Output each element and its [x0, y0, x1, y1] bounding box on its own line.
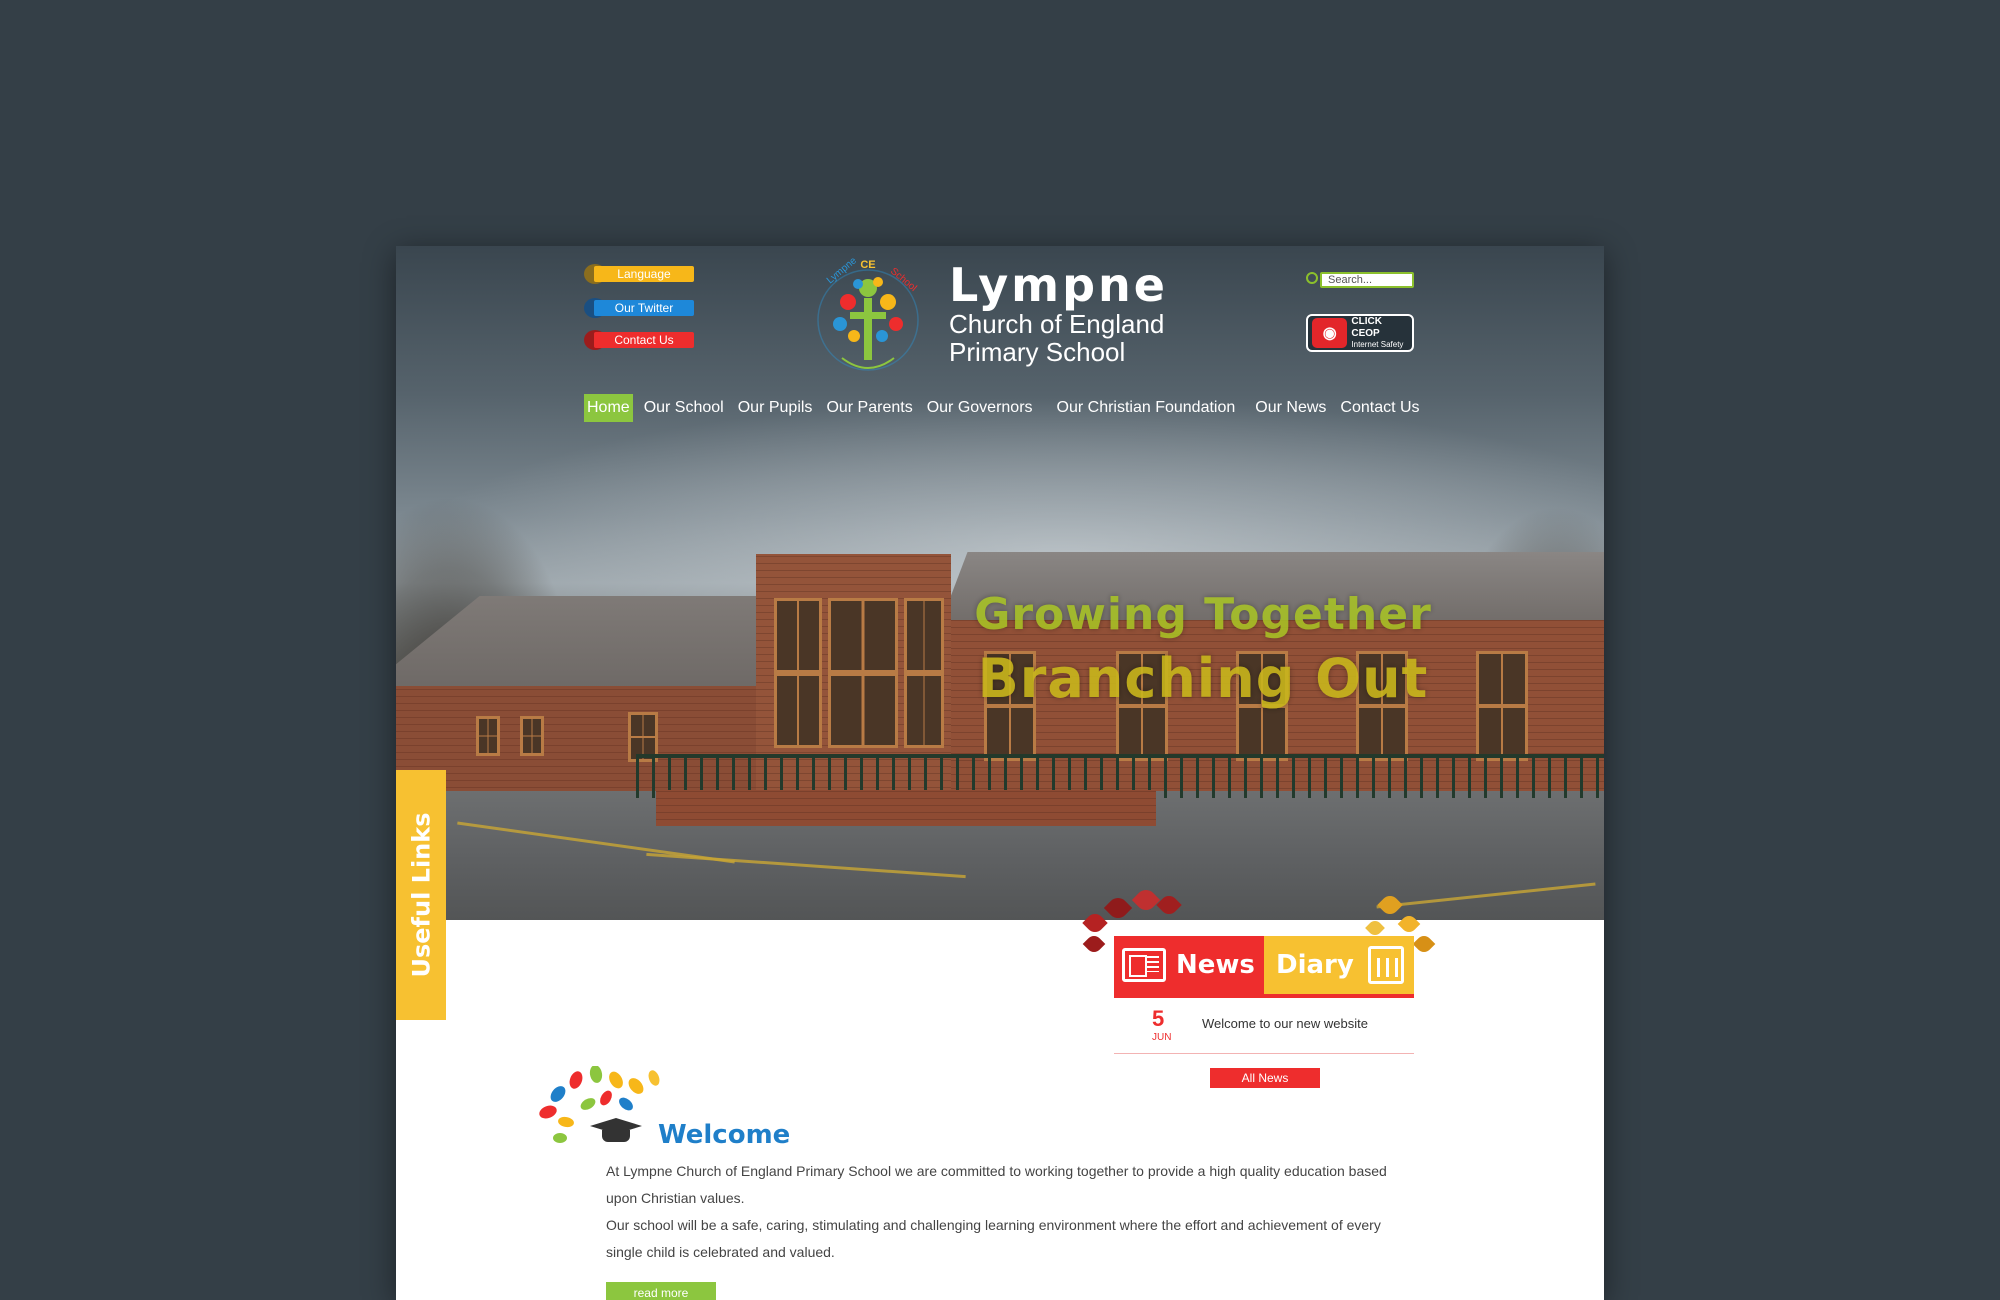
school-subtitle-2: Primary School	[949, 337, 1126, 367]
ceop-line-2: Internet Safety	[1351, 340, 1404, 349]
website-frame: Growing Together Branching Out Language …	[396, 246, 1604, 1300]
slogan-line-2: Branching Out	[977, 647, 1429, 710]
main-nav: Home Our School Our Pupils Our Parents O…	[584, 394, 1431, 422]
leaf-decoration	[1412, 932, 1436, 956]
welcome-text: At Lympne Church of England Primary Scho…	[606, 1158, 1406, 1266]
search-icon[interactable]	[1306, 272, 1318, 284]
eye-icon: ◉	[1312, 318, 1348, 348]
nav-item-our-news[interactable]: Our News	[1252, 394, 1329, 422]
news-title[interactable]: Welcome to our new website	[1202, 1016, 1368, 1031]
building-window	[520, 716, 544, 756]
news-date-month: JUN	[1152, 1032, 1172, 1043]
tab-diary[interactable]: Diary	[1264, 936, 1414, 994]
school-name: Lympne	[949, 258, 1168, 312]
all-news-button[interactable]: All News	[1210, 1068, 1320, 1088]
nav-item-our-governors[interactable]: Our Governors	[924, 394, 1036, 422]
slogan-line-1: Growing Together	[974, 589, 1432, 640]
school-logo[interactable]: CE Lympne School	[812, 258, 924, 382]
brand-block: Lympne Church of England Primary School	[949, 260, 1168, 366]
welcome-paragraph-1: At Lympne Church of England Primary Scho…	[606, 1163, 1387, 1206]
building-window	[774, 598, 822, 748]
tab-news[interactable]: News	[1114, 936, 1264, 994]
building-window	[476, 716, 500, 756]
nav-item-our-school[interactable]: Our School	[641, 394, 727, 422]
useful-links-tab[interactable]: Useful Links	[396, 770, 446, 1020]
read-more-button[interactable]: read more	[606, 1282, 716, 1300]
building-window	[1476, 651, 1528, 761]
nav-item-our-christian-foundation[interactable]: Our Christian Foundation	[1054, 394, 1239, 422]
search-input[interactable]: Search...	[1320, 272, 1414, 288]
svg-text:CE: CE	[860, 259, 875, 271]
nav-item-home[interactable]: Home	[584, 394, 633, 422]
useful-links-label: Useful Links	[407, 812, 436, 978]
ceop-button[interactable]: ◉ CLICK CEOP Internet Safety	[1306, 314, 1414, 352]
school-subtitle-1: Church of England	[949, 309, 1165, 339]
newspaper-icon	[1122, 948, 1166, 982]
leaf-decoration	[1365, 918, 1385, 938]
tab-news-label: News	[1176, 950, 1255, 980]
news-item[interactable]: 5 JUN Welcome to our new website	[1114, 1004, 1414, 1054]
nav-item-our-parents[interactable]: Our Parents	[823, 394, 915, 422]
contact-link[interactable]: Contact Us	[594, 332, 694, 348]
ceop-line-1: CLICK CEOP	[1351, 316, 1382, 339]
hero-slogan: Growing Together Branching Out	[968, 586, 1438, 714]
news-diary-tabs: News Diary	[1114, 936, 1414, 998]
welcome-paragraph-2: Our school will be a safe, caring, stimu…	[606, 1217, 1381, 1260]
nav-item-contact-us[interactable]: Contact Us	[1337, 394, 1422, 422]
svg-text:School: School	[888, 266, 918, 294]
language-link[interactable]: Language	[594, 266, 694, 282]
twitter-link[interactable]: Our Twitter	[594, 300, 694, 316]
calendar-icon	[1367, 946, 1404, 984]
building-window	[904, 598, 944, 748]
tab-diary-label: Diary	[1276, 950, 1354, 980]
nav-item-our-pupils[interactable]: Our Pupils	[735, 394, 816, 422]
news-date-day: 5	[1152, 1006, 1165, 1031]
planter-wall	[656, 790, 1156, 826]
welcome-title: Welcome	[658, 1120, 791, 1150]
leaf-decoration	[1082, 932, 1106, 956]
building-window	[828, 598, 898, 748]
graduation-cap-base	[602, 1130, 630, 1142]
